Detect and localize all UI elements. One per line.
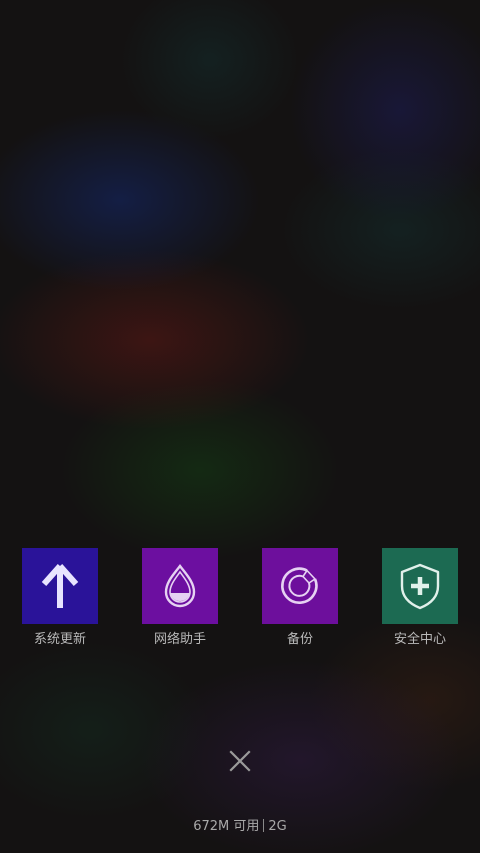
arrow-up-icon <box>41 564 79 608</box>
available-memory: 672M 可用 <box>193 819 260 834</box>
app-label-system-update: 系统更新 <box>33 632 86 647</box>
backup-circle-icon <box>281 567 318 604</box>
app-icon-backup[interactable] <box>262 548 338 624</box>
memory-status: 672M 可用 2G <box>0 818 480 836</box>
water-drop-icon <box>164 564 196 608</box>
app-tile-backup[interactable]: 备份 <box>245 548 355 658</box>
app-icon-system-update[interactable] <box>22 548 98 624</box>
clear-all-button[interactable] <box>225 746 255 776</box>
app-icon-network-assistant[interactable] <box>142 548 218 624</box>
recent-app-tiles: 系统更新 网络助手 备份 安全中心 <box>0 548 480 658</box>
app-tile-system-update[interactable]: 系统更新 <box>5 548 115 658</box>
close-icon <box>229 750 251 772</box>
total-memory: 2G <box>268 819 287 834</box>
app-tile-security-center[interactable]: 安全中心 <box>365 548 475 658</box>
app-label-network-assistant: 网络助手 <box>153 632 206 647</box>
app-label-backup: 备份 <box>286 632 313 647</box>
memory-separator <box>263 819 265 832</box>
app-label-security-center: 安全中心 <box>393 632 446 647</box>
app-icon-security-center[interactable] <box>382 548 458 624</box>
shield-plus-icon <box>400 563 440 610</box>
app-tile-network-assistant[interactable]: 网络助手 <box>125 548 235 658</box>
recent-apps-screen: 系统更新 网络助手 备份 安全中心 672M 可用 2G <box>0 0 480 853</box>
